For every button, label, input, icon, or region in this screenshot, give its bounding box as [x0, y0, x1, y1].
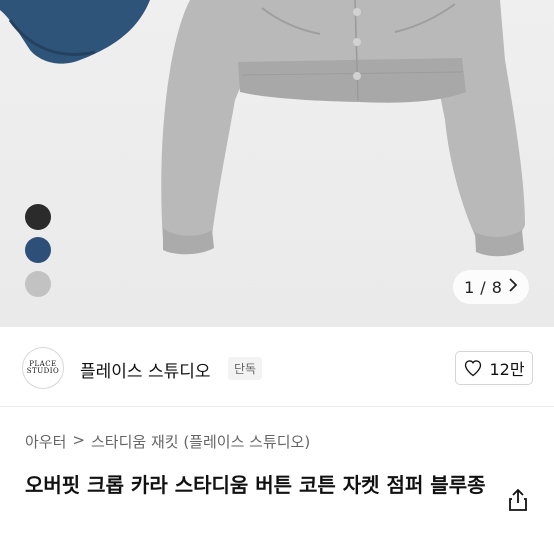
like-button[interactable]: 12만 — [455, 351, 533, 385]
share-button[interactable] — [504, 486, 532, 514]
pager-current: 1 — [464, 277, 475, 297]
pager-total: 8 — [491, 277, 502, 297]
like-count: 12만 — [489, 360, 525, 379]
product-image-gallery[interactable]: 1 / 8 — [0, 0, 554, 327]
breadcrumb: 아우터 > 스타디움 재킷 (플레이스 스튜디오) — [25, 431, 310, 452]
brand-logo-text: PLACE STUDIO — [26, 360, 60, 375]
exclusive-badge: 단독 — [228, 357, 263, 380]
breadcrumb-item-outer[interactable]: 아우터 — [25, 431, 66, 452]
heart-icon — [465, 360, 482, 377]
breadcrumb-item-category[interactable]: 스타디움 재킷 (플레이스 스튜디오) — [91, 431, 310, 452]
brand-row: PLACE STUDIO 플레이스 스튜디오 단독 12만 — [0, 327, 554, 407]
color-swatch-gray[interactable] — [25, 271, 51, 297]
product-title: 오버핏 크롭 카라 스타디움 버튼 코튼 자켓 점퍼 블루종 — [25, 473, 486, 497]
chevron-right-icon[interactable] — [508, 278, 518, 296]
brand-logo[interactable]: PLACE STUDIO — [22, 347, 64, 389]
image-pager[interactable]: 1 / 8 — [453, 270, 529, 304]
color-swatch-blue[interactable] — [25, 237, 51, 263]
color-swatch-black[interactable] — [25, 204, 51, 230]
breadcrumb-separator: > — [72, 431, 85, 449]
share-icon — [509, 488, 527, 511]
brand-name[interactable]: 플레이스 스튜디오 — [80, 357, 211, 382]
pager-separator: / — [480, 277, 486, 297]
